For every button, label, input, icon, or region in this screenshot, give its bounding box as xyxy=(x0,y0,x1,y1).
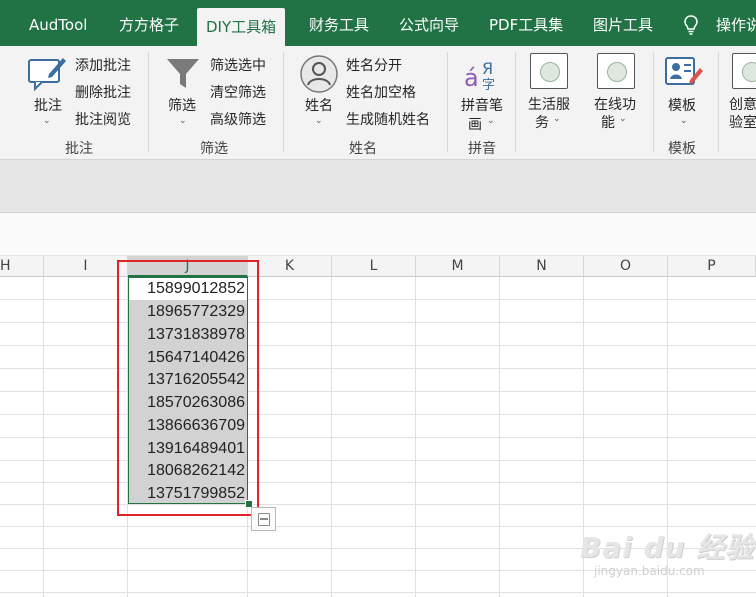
life-services-chevron-icon[interactable]: ⌄ xyxy=(553,114,561,124)
svg-text:Я: Я xyxy=(482,59,493,78)
paste-options-icon[interactable] xyxy=(251,507,276,531)
online-features-chevron-icon[interactable]: ⌄ xyxy=(619,114,627,124)
collapsed-toolbar-area xyxy=(0,160,756,213)
annotation-icon xyxy=(28,58,66,92)
add-annotation-button[interactable]: 添加批注 xyxy=(75,55,131,75)
column-header-h[interactable]: H xyxy=(0,256,44,277)
online-features-icon xyxy=(597,53,635,89)
group-divider xyxy=(148,52,149,152)
watermark-url: jingyan.baidu.com xyxy=(594,564,705,578)
random-name-button[interactable]: 生成随机姓名 xyxy=(346,109,430,129)
group-label-annotation: 批注 xyxy=(65,141,93,157)
creative-lab-button[interactable]: 创意 xyxy=(729,94,756,114)
advanced-filter-button[interactable]: 高级筛选 xyxy=(210,109,266,129)
filter-button[interactable]: 筛选 xyxy=(168,95,196,115)
group-divider xyxy=(515,52,516,152)
delete-annotation-button[interactable]: 删除批注 xyxy=(75,82,131,102)
creative-lab-icon xyxy=(732,53,756,89)
tab-picture-tools[interactable]: 图片工具 xyxy=(593,0,653,46)
lightbulb-icon[interactable] xyxy=(684,15,698,35)
ribbon-tab-bar: AudTool 方方格子 DIY工具箱 财务工具 公式向导 PDF工具集 图片工… xyxy=(0,0,756,46)
template-button[interactable]: 模板 xyxy=(668,95,696,115)
column-header-m[interactable]: M xyxy=(416,256,500,277)
pinyin-dropdown-chevron-icon[interactable]: ⌄ xyxy=(487,116,495,126)
tab-tell-me[interactable]: 操作说 xyxy=(716,0,756,46)
name-add-space-button[interactable]: 姓名加空格 xyxy=(346,82,416,102)
column-header-i[interactable]: I xyxy=(44,256,128,277)
group-divider xyxy=(718,52,719,152)
online-features-button[interactable]: 在线功 xyxy=(594,94,636,114)
group-label-template: 模板 xyxy=(668,141,696,157)
annotation-button[interactable]: 批注 xyxy=(34,95,62,115)
split-name-button[interactable]: 姓名分开 xyxy=(346,55,402,75)
gridline xyxy=(0,460,756,461)
column-header-n[interactable]: N xyxy=(500,256,584,277)
tab-formula-wizard[interactable]: 公式向导 xyxy=(399,0,459,46)
column-header-o[interactable]: O xyxy=(584,256,668,277)
ribbon: 批注 ⌄ 添加批注 删除批注 批注阅览 批注 筛选 ⌄ 筛选选中 清空筛选 高级… xyxy=(0,46,756,160)
column-header-p[interactable]: P xyxy=(668,256,756,277)
read-annotation-button[interactable]: 批注阅览 xyxy=(75,109,131,129)
column-header-k[interactable]: K xyxy=(248,256,332,277)
group-label-pinyin: 拼音 xyxy=(468,141,496,157)
life-services-button-line2[interactable]: 务 xyxy=(535,112,549,132)
life-services-icon xyxy=(530,53,568,89)
gridline xyxy=(0,345,756,346)
template-chevron-icon[interactable]: ⌄ xyxy=(680,116,688,126)
gridline xyxy=(0,414,756,415)
pinyin-icon: á Я 字 xyxy=(464,59,495,92)
tab-diy-toolbox[interactable]: DIY工具箱 xyxy=(197,8,286,46)
highlight-annotation-box xyxy=(117,260,259,516)
creative-lab-button-line2[interactable]: 验室 xyxy=(729,112,756,132)
online-features-button-line2[interactable]: 能 xyxy=(601,112,615,132)
annotation-dropdown-chevron-icon[interactable]: ⌄ xyxy=(43,116,51,126)
name-button[interactable]: 姓名 xyxy=(305,95,333,115)
group-divider xyxy=(653,52,654,152)
filter-selected-button[interactable]: 筛选选中 xyxy=(210,55,266,75)
watermark-logo: Bai du 经验 xyxy=(580,531,755,564)
gridline xyxy=(0,299,756,300)
gridline xyxy=(0,437,756,438)
gridline xyxy=(0,592,756,593)
tab-pdf-tools[interactable]: PDF工具集 xyxy=(489,0,563,46)
gridline xyxy=(0,322,756,323)
group-divider xyxy=(283,52,284,152)
clear-filter-button[interactable]: 清空筛选 xyxy=(210,82,266,102)
gridline xyxy=(0,368,756,369)
group-divider xyxy=(447,52,448,152)
svg-text:á: á xyxy=(464,64,479,92)
gridline xyxy=(0,482,756,483)
group-label-name: 姓名 xyxy=(349,141,377,157)
tab-fangfang-gezi[interactable]: 方方格子 xyxy=(119,0,179,46)
life-services-button[interactable]: 生活服 xyxy=(528,94,570,114)
tab-audtool[interactable]: AudTool xyxy=(29,0,87,46)
column-header-l[interactable]: L xyxy=(332,256,416,277)
svg-text:字: 字 xyxy=(482,78,495,92)
filter-funnel-icon xyxy=(167,59,199,88)
gridline xyxy=(0,504,756,505)
tab-finance-tools[interactable]: 财务工具 xyxy=(309,0,369,46)
pinyin-stroke-button-line2[interactable]: 画 xyxy=(468,114,482,134)
person-avatar-icon xyxy=(300,55,338,93)
gridline xyxy=(0,391,756,392)
template-icon xyxy=(665,57,703,85)
pinyin-stroke-button[interactable]: 拼音笔 xyxy=(461,95,503,115)
filter-dropdown-chevron-icon[interactable]: ⌄ xyxy=(179,116,187,126)
formula-bar-area xyxy=(0,213,756,256)
name-dropdown-chevron-icon[interactable]: ⌄ xyxy=(315,116,323,126)
group-label-filter: 筛选 xyxy=(200,141,228,157)
